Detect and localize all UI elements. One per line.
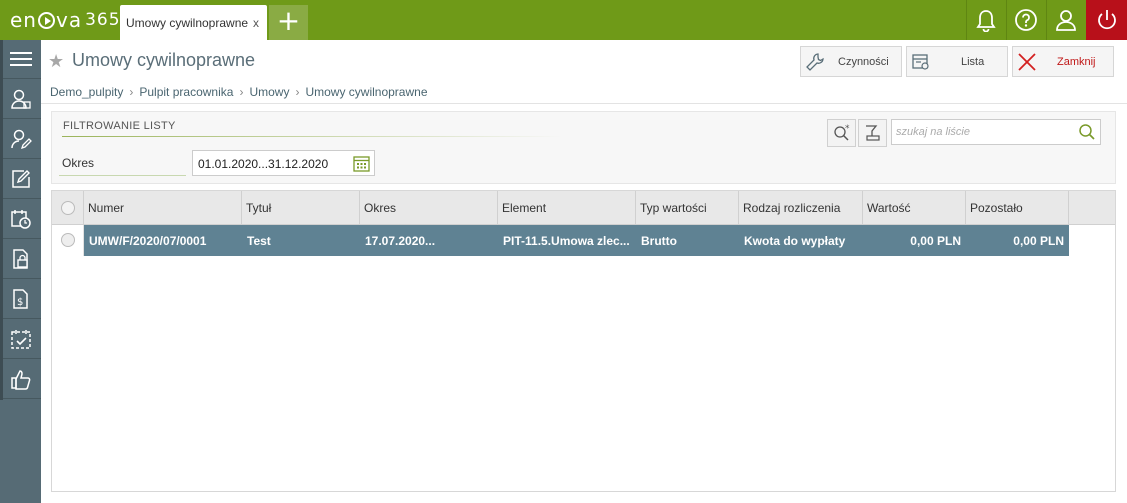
okres-date-value: 01.01.2020...31.12.2020 (198, 157, 329, 171)
new-tab-button[interactable]: + (269, 5, 308, 40)
zamknij-button[interactable]: Zamknij (1012, 46, 1114, 77)
lista-button[interactable]: Lista (906, 46, 1008, 77)
thumbs-up-icon (10, 370, 30, 390)
power-icon (1097, 10, 1116, 30)
okres-label: Okres (62, 156, 95, 170)
tab-close-button[interactable]: x (253, 16, 259, 30)
notifications-button[interactable] (966, 0, 1005, 40)
filter-icon (865, 125, 880, 141)
breadcrumb-item[interactable]: Pulpit pracownika (139, 85, 233, 99)
menu-icon (9, 52, 32, 66)
cell-rodzaj-rozliczenia: Kwota do wypłaty (744, 234, 846, 248)
sidebar-stripe (0, 40, 3, 400)
filter-divider (62, 136, 562, 137)
filter-panel: FILTROWANIE LISTY Okres 01.01.2020...31.… (51, 111, 1116, 184)
breadcrumb-item[interactable]: Umowy cywilnoprawne (305, 85, 427, 99)
search-icon[interactable] (1078, 123, 1096, 141)
sidebar-menu-button[interactable] (0, 40, 41, 79)
search-star-icon: * (833, 124, 850, 141)
logout-button[interactable] (1086, 0, 1127, 40)
calendar-icon[interactable] (353, 155, 370, 172)
sidebar: $ (0, 40, 41, 503)
employee-edit-icon (10, 129, 32, 150)
cell-numer: UMW/F/2020/07/0001 (89, 234, 207, 248)
search-input[interactable] (896, 124, 1071, 140)
breadcrumb-item[interactable]: Demo_pulpity (50, 85, 123, 99)
sidebar-item-calendar-check[interactable] (0, 320, 41, 359)
tab-umowy-cywilnoprawne[interactable]: Umowy cywilnoprawne x (120, 5, 267, 40)
chevron-right-icon: › (239, 85, 244, 99)
tab-label: Umowy cywilnoprawne (126, 16, 249, 30)
chevron-right-icon: › (295, 85, 300, 99)
document-money-icon: $ (12, 289, 28, 309)
svg-text:$: $ (17, 297, 23, 308)
sidebar-item-calendar-clock[interactable] (0, 200, 41, 239)
okres-date-field[interactable]: 01.01.2020...31.12.2020 (192, 150, 375, 176)
cell-typ-wartosci: Brutto (641, 234, 677, 248)
filter-title: FILTROWANIE LISTY (63, 120, 176, 132)
table-row[interactable]: UMW/F/2020/07/0001 Test 17.07.2020... PI… (52, 225, 1069, 256)
czynnosci-button[interactable]: Czynności (800, 46, 902, 77)
data-grid: Numer Tytuł Okres Element Typ wartości R… (51, 190, 1116, 492)
divider (41, 103, 1127, 104)
sidebar-item-employee-edit[interactable] (0, 120, 41, 159)
favorite-star-icon[interactable]: ★ (48, 51, 64, 72)
select-all-radio[interactable] (61, 201, 75, 215)
breadcrumb: Demo_pulpity › Pulpit pracownika › Umowy… (50, 85, 428, 99)
list-settings-icon (912, 53, 929, 70)
employee-icon (10, 89, 31, 109)
column-header-wartosc[interactable]: Wartość (863, 191, 966, 224)
filter-button[interactable] (858, 119, 887, 147)
help-icon (1015, 9, 1037, 31)
cell-wartosc: 0,00 PLN (910, 234, 961, 248)
cell-element: PIT-11.5.Umowa zlec... (503, 234, 630, 248)
select-all-cell[interactable] (52, 191, 84, 224)
row-select-cell[interactable] (52, 225, 84, 256)
sidebar-item-document-lock[interactable] (0, 240, 41, 279)
zamknij-label: Zamknij (1057, 55, 1096, 68)
svg-text:*: * (845, 124, 850, 134)
close-icon (1018, 52, 1036, 71)
lista-label: Lista (961, 55, 985, 68)
edit-icon (11, 170, 30, 188)
user-icon (1056, 10, 1076, 31)
grid-header: Numer Tytuł Okres Element Typ wartości R… (52, 191, 1115, 225)
column-header-numer[interactable]: Numer (84, 191, 242, 224)
column-header-pozostalo[interactable]: Pozostało (966, 191, 1069, 224)
advanced-search-button[interactable]: * (827, 119, 856, 147)
column-header-okres[interactable]: Okres (360, 191, 498, 224)
cell-pozostalo: 0,00 PLN (1013, 234, 1064, 248)
column-header-rodzaj-rozliczenia[interactable]: Rodzaj rozliczenia (739, 191, 863, 224)
top-bar: en va 365 Umowy cywilnoprawne x + (0, 0, 1127, 40)
page-title: Umowy cywilnoprawne (72, 50, 256, 70)
breadcrumb-item[interactable]: Umowy (249, 85, 289, 99)
okres-underline (59, 175, 186, 176)
column-header-tytul[interactable]: Tytuł (242, 191, 360, 224)
wrench-icon (806, 52, 824, 71)
calendar-check-icon (10, 330, 31, 349)
help-button[interactable] (1006, 0, 1045, 40)
column-header-typ-wartosci[interactable]: Typ wartości (636, 191, 739, 224)
document-lock-icon (12, 249, 28, 269)
row-select-radio[interactable] (61, 233, 75, 247)
sidebar-item-edit[interactable] (0, 160, 41, 199)
column-header-element[interactable]: Element (498, 191, 636, 224)
sidebar-item-thumbs-up[interactable] (0, 360, 41, 399)
chevron-right-icon: › (129, 85, 134, 99)
sidebar-item-document-money[interactable]: $ (0, 280, 41, 319)
sidebar-item-employee[interactable] (0, 80, 41, 119)
czynnosci-label: Czynności (838, 55, 889, 68)
enova-logo[interactable]: en va 365 (10, 6, 121, 34)
bell-icon (976, 10, 996, 32)
cell-tytul: Test (247, 234, 271, 248)
search-field[interactable] (891, 119, 1101, 145)
calendar-clock-icon (10, 210, 31, 229)
user-button[interactable] (1046, 0, 1085, 40)
cell-okres: 17.07.2020... (365, 234, 436, 248)
